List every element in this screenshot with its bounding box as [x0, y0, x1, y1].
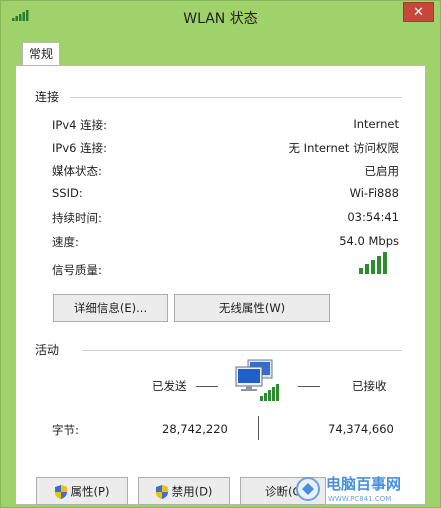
close-icon: ✕	[413, 5, 424, 20]
svg-text:电脑百事网: 电脑百事网	[326, 475, 401, 493]
bytes-received-value: 74,374,660	[328, 422, 394, 436]
signal-quality-label: 信号质量:	[52, 263, 102, 277]
svg-text:WWW.PC841.COM: WWW.PC841.COM	[328, 495, 391, 503]
network-computers-icon	[235, 359, 279, 401]
connection-heading: 连接	[35, 90, 60, 104]
ipv6-value: 无 Internet 访问权限	[288, 141, 399, 155]
ipv4-value: Internet	[353, 117, 399, 131]
speed-label: 速度:	[52, 235, 79, 249]
sent-dash	[196, 386, 218, 387]
ipv6-label: IPv6 连接:	[52, 141, 107, 155]
signal-bars-icon	[359, 252, 387, 274]
bytes-label: 字节:	[52, 423, 79, 437]
details-button[interactable]: 详细信息(E)...	[53, 294, 168, 322]
sent-label: 已发送	[152, 379, 187, 393]
media-state-label: 媒体状态:	[52, 164, 102, 178]
duration-label: 持续时间:	[52, 211, 102, 225]
activity-heading: 活动	[35, 343, 60, 357]
received-dash	[298, 386, 320, 387]
speed-value: 54.0 Mbps	[339, 234, 399, 248]
tab-general[interactable]: 常规	[22, 42, 60, 66]
media-state-value: 已启用	[364, 164, 400, 178]
properties-button[interactable]: 属性(P)	[36, 477, 128, 505]
activity-divider	[82, 350, 402, 351]
close-button[interactable]: ✕	[403, 2, 434, 22]
received-label: 已接收	[352, 379, 387, 393]
connection-divider	[70, 97, 402, 98]
ipv4-label: IPv4 连接:	[52, 118, 107, 132]
duration-value: 03:54:41	[347, 210, 399, 224]
wlan-status-window: WLAN 状态 ✕ 常规 连接 IPv4 连接: Internet IPv6 连…	[0, 0, 441, 508]
watermark-logo: 电脑百事网 WWW.PC841.COM	[296, 475, 401, 503]
ssid-label: SSID:	[52, 186, 83, 200]
properties-label: 属性(P)	[70, 484, 110, 499]
general-panel: 连接 IPv4 连接: Internet IPv6 连接: 无 Internet…	[15, 65, 426, 505]
disable-label: 禁用(D)	[171, 484, 213, 499]
bytes-separator	[258, 416, 259, 440]
uac-shield-icon	[155, 484, 168, 499]
window-title: WLAN 状态	[183, 11, 258, 27]
disable-button[interactable]: 禁用(D)	[138, 477, 230, 505]
tab-bar: 常规	[9, 34, 432, 66]
title-bar: WLAN 状态 ✕	[1, 1, 440, 33]
uac-shield-icon	[54, 484, 67, 499]
wireless-properties-button[interactable]: 无线属性(W)	[174, 294, 330, 322]
bytes-sent-value: 28,742,220	[162, 422, 228, 436]
ssid-value: Wi-Fi888	[349, 186, 399, 200]
